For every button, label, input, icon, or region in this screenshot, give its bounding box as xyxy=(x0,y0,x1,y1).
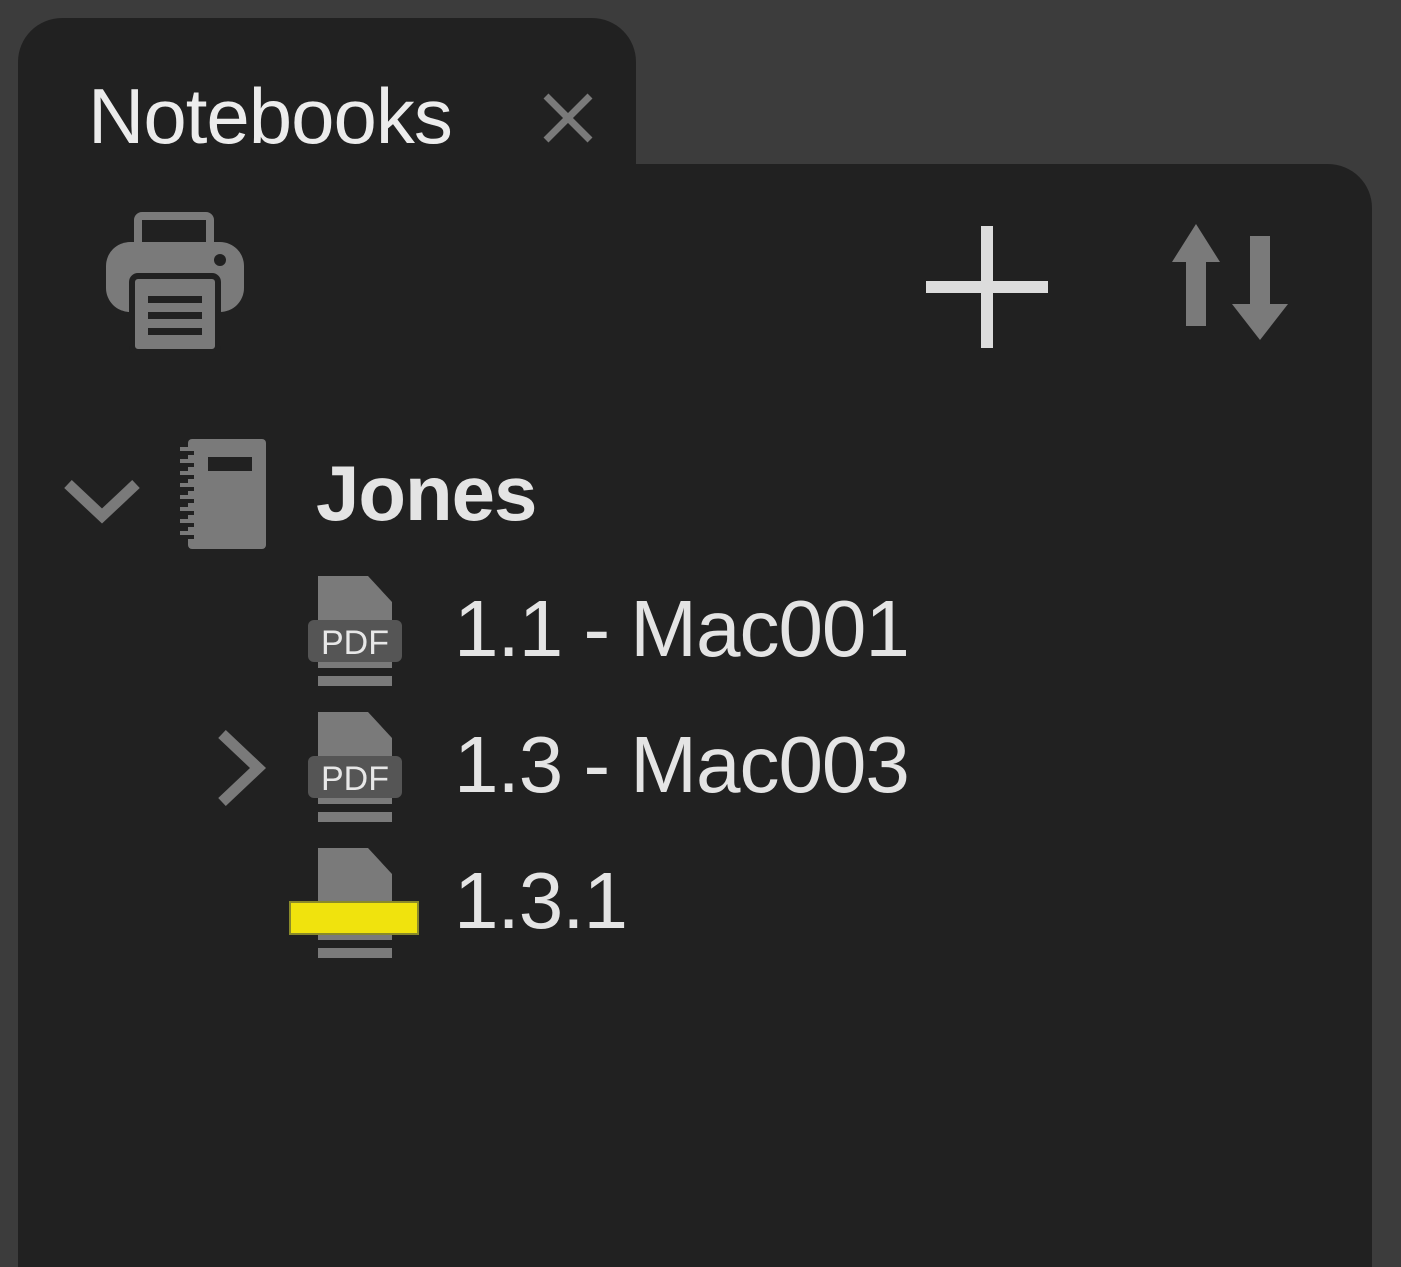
tree-item-label: 1.1 - Mac001 xyxy=(454,584,910,673)
svg-text:PDF: PDF xyxy=(321,760,389,798)
chevron-down-icon[interactable] xyxy=(62,478,142,524)
tree-item[interactable]: PDF 1.3 - Mac003 xyxy=(18,708,1372,828)
chevron-right-icon[interactable] xyxy=(214,728,268,808)
tree-item[interactable]: 1.3.1 xyxy=(18,844,1372,964)
tree-item-label: 1.3 - Mac003 xyxy=(454,720,910,809)
print-icon[interactable] xyxy=(104,212,246,354)
tree-item[interactable]: PDF 1.1 - Mac001 xyxy=(18,572,1372,692)
tree-item-label: 1.3.1 xyxy=(454,856,628,945)
pdf-icon: PDF xyxy=(308,576,402,686)
notebook-label: Jones xyxy=(316,449,537,537)
svg-text:PDF: PDF xyxy=(321,624,389,662)
tab-title: Notebooks xyxy=(88,72,453,160)
close-icon[interactable] xyxy=(540,90,596,146)
notebooks-panel: Jones PDF 1.1 - Mac001 PDF 1.3 - Mac003 xyxy=(18,164,1372,1267)
pdf-icon: PDF xyxy=(308,712,402,822)
highlighted-page-icon xyxy=(289,848,419,958)
plus-icon[interactable] xyxy=(922,222,1052,352)
sort-icon[interactable] xyxy=(1170,222,1294,344)
notebook-row[interactable]: Jones xyxy=(18,434,1372,554)
notebook-icon xyxy=(180,439,266,549)
